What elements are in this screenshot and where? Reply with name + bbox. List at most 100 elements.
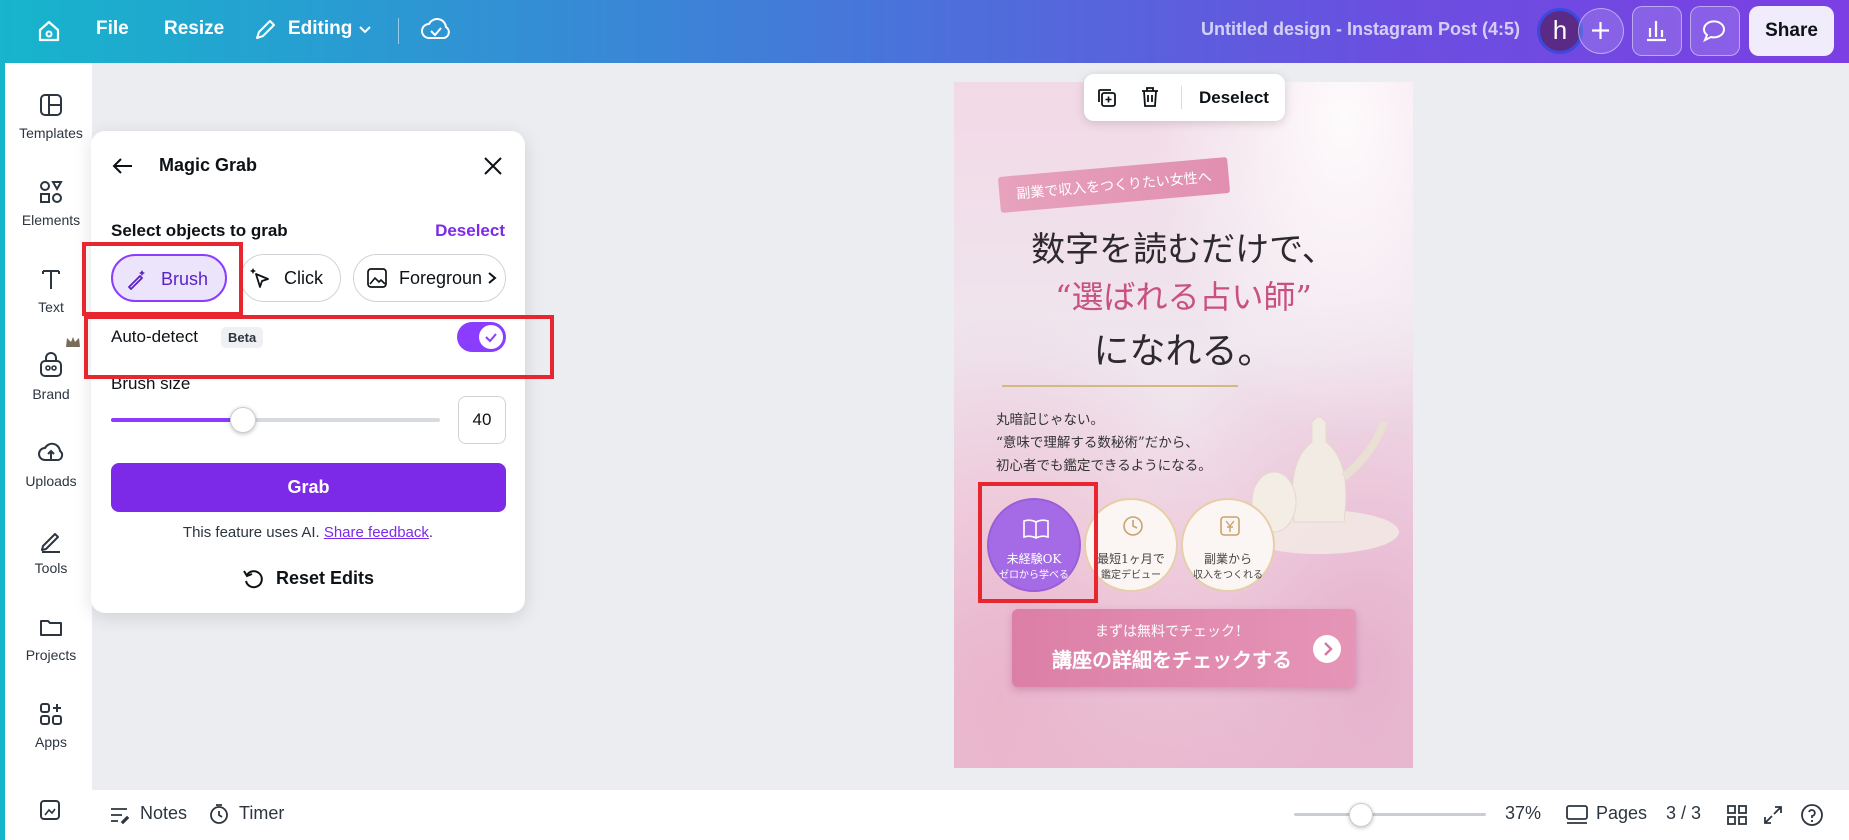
- close-icon[interactable]: [480, 153, 506, 179]
- timer-icon[interactable]: [208, 803, 230, 825]
- rail-item-templates[interactable]: Templates: [5, 91, 97, 141]
- zoom-level[interactable]: 37%: [1505, 803, 1541, 824]
- avatar[interactable]: h: [1537, 8, 1583, 54]
- rail-label: Brand: [32, 386, 70, 402]
- trash-icon[interactable]: [1138, 85, 1162, 109]
- badge-title: 最短1ヶ月で: [1097, 552, 1165, 566]
- badge-income: 副業から 収入をつくれる: [1181, 498, 1275, 592]
- rail-item-uploads[interactable]: Uploads: [5, 439, 97, 489]
- mode-click-button[interactable]: Click: [240, 254, 341, 302]
- document-title[interactable]: Untitled design - Instagram Post (4:5): [1201, 19, 1520, 40]
- badge-sub: 鑑定デビュー: [1101, 570, 1161, 581]
- design-canvas[interactable]: 副業で収入をつくりたい女性へ 数字を読むだけで、 “選ばれる占い師” になれる。…: [954, 82, 1413, 768]
- slider-thumb[interactable]: [229, 407, 256, 433]
- section-label: Select objects to grab: [111, 221, 288, 240]
- back-arrow-icon[interactable]: [110, 153, 136, 179]
- badge-debut: 最短1ヶ月で 鑑定デビュー: [1084, 498, 1178, 592]
- insights-button[interactable]: [1632, 6, 1682, 56]
- bar-chart-icon: [1647, 21, 1666, 42]
- headline-line-2: “選ばれる占い師”: [1055, 278, 1312, 316]
- chevron-right-icon[interactable]: [484, 270, 500, 286]
- share-button[interactable]: Share: [1749, 6, 1834, 56]
- grid-view-icon[interactable]: [1726, 804, 1748, 826]
- notes-icon[interactable]: [108, 804, 130, 826]
- mode-label: Foregroun: [399, 268, 483, 288]
- fullscreen-icon[interactable]: [1762, 804, 1784, 826]
- help-icon[interactable]: [1800, 803, 1824, 827]
- bottom-bar: Notes Timer 37% Pages 3 / 3: [92, 790, 1849, 840]
- ai-note-text: This feature uses AI.: [182, 524, 324, 541]
- top-bar: File Resize Editing Untitled design - In…: [0, 0, 1849, 63]
- elements-icon: [40, 181, 63, 203]
- ai-note-period: .: [428, 524, 434, 541]
- rail-item-projects[interactable]: Projects: [5, 613, 97, 663]
- arrow-circle: [1313, 635, 1341, 663]
- ribbon-text: 副業で収入をつくりたい女性へ: [1015, 169, 1213, 203]
- templates-icon: [40, 94, 62, 116]
- rail-label: Tools: [34, 560, 68, 576]
- file-menu[interactable]: File: [96, 18, 129, 40]
- resize-menu[interactable]: Resize: [164, 18, 224, 40]
- brand-icon: [40, 352, 62, 377]
- clock-icon: [1123, 516, 1143, 536]
- annotation-box-brush: [82, 242, 243, 316]
- comments-button[interactable]: [1690, 6, 1740, 56]
- headline-line-3: になれる。: [1093, 331, 1274, 372]
- grab-button[interactable]: Grab: [111, 463, 506, 512]
- rail-label: Templates: [19, 125, 83, 141]
- duplicate-icon[interactable]: [1095, 86, 1119, 110]
- zoom-slider-thumb[interactable]: [1349, 803, 1374, 827]
- add-collaborator-button[interactable]: [1578, 8, 1624, 54]
- ai-note: This feature uses AI. Share feedback.: [91, 524, 525, 541]
- annotation-box-badge: [978, 482, 1098, 603]
- share-feedback-link[interactable]: Share feedback: [324, 524, 429, 541]
- cloud-saved-icon[interactable]: [420, 15, 452, 45]
- reset-edits-button[interactable]: Reset Edits: [276, 568, 374, 589]
- notes-button[interactable]: Notes: [140, 803, 187, 824]
- rail-label: Uploads: [25, 473, 77, 489]
- home-icon[interactable]: [34, 16, 64, 46]
- rail-label: Projects: [25, 647, 77, 663]
- rail-label: Elements: [21, 212, 81, 228]
- mode-label: Click: [284, 268, 323, 288]
- panel-title: Magic Grab: [159, 155, 258, 175]
- pages-icon[interactable]: [1565, 804, 1589, 826]
- editing-mode-menu[interactable]: Editing: [288, 18, 352, 40]
- rail-item-tools[interactable]: Tools: [5, 526, 97, 576]
- left-rail: Templates Elements Text Brand Uploads To…: [0, 63, 92, 840]
- crown-icon: [66, 337, 80, 347]
- rail-label: Apps: [35, 734, 67, 750]
- plus-icon: [1592, 22, 1609, 39]
- badge-title: 副業から: [1203, 552, 1252, 566]
- cta-main-text: 講座の詳細をチェックする: [1052, 648, 1292, 672]
- projects-icon: [40, 620, 62, 636]
- rail-item-elements[interactable]: Elements: [5, 178, 97, 228]
- body-line-3: 初心者でも鑑定できるようになる。: [996, 458, 1212, 474]
- headline-line-1: 数字を読むだけで、: [1031, 230, 1336, 270]
- magic-click-icon: [250, 268, 269, 288]
- uploads-icon: [38, 442, 64, 461]
- mode-foreground-button[interactable]: Foregroun: [353, 254, 506, 302]
- pencil-icon: [256, 20, 275, 39]
- brush-size-slider[interactable]: [111, 418, 440, 422]
- brush-size-input[interactable]: 40: [458, 396, 506, 444]
- yen-icon: [1220, 516, 1240, 536]
- zoom-slider[interactable]: [1294, 813, 1486, 816]
- divider: [398, 18, 399, 44]
- magic-media-icon[interactable]: [38, 798, 62, 822]
- deselect-button[interactable]: Deselect: [1199, 88, 1269, 108]
- rail-item-apps[interactable]: Apps: [5, 700, 97, 750]
- pages-button[interactable]: Pages: [1596, 803, 1647, 824]
- text-icon: [42, 270, 60, 289]
- body-line-2: “意味で理解する数秘術”だから、: [996, 435, 1199, 451]
- panel-deselect-link[interactable]: Deselect: [435, 221, 505, 241]
- page-counter: 3 / 3: [1666, 803, 1702, 823]
- reset-icon[interactable]: [241, 567, 265, 591]
- chevron-down-icon[interactable]: [357, 22, 373, 38]
- timer-button[interactable]: Timer: [239, 803, 284, 824]
- cta-banner: まずは無料でチェック！ 講座の詳細をチェックする: [1012, 609, 1356, 687]
- chevron-right-icon: [1324, 642, 1333, 656]
- selection-toolbar: Deselect: [1084, 74, 1285, 121]
- apps-icon: [40, 703, 62, 725]
- image-icon: [367, 268, 387, 288]
